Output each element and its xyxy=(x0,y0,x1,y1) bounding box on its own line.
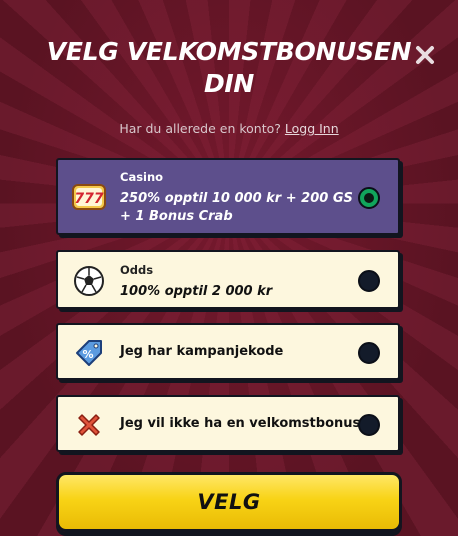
confirm-button[interactable]: VELG xyxy=(56,472,402,532)
modal-title: VELG VELKOMSTBONUSEN DIN xyxy=(46,37,412,98)
option-promo-code[interactable]: % Jeg har kampanjekode xyxy=(56,323,400,380)
radio-selected[interactable] xyxy=(358,187,380,209)
close-icon xyxy=(416,46,434,64)
radio-unselected[interactable] xyxy=(358,414,380,436)
svg-text:%: % xyxy=(82,348,93,361)
option-label: Jeg har kampanjekode xyxy=(120,344,284,359)
login-prompt: Har du allerede en konto? xyxy=(119,121,281,136)
option-category: Odds xyxy=(120,263,154,277)
radio-unselected[interactable] xyxy=(358,342,380,364)
option-category: Casino xyxy=(120,170,164,184)
option-casino[interactable]: 777 Casino 250% opptil 10 000 kr + 200 G… xyxy=(56,158,400,235)
option-description: 250% opptil 10 000 kr + 200 GS + 1 Bonus… xyxy=(120,191,353,224)
red-x-icon xyxy=(72,408,106,442)
login-link[interactable]: Logg Inn xyxy=(285,121,339,136)
option-description: 100% opptil 2 000 kr xyxy=(120,284,273,299)
slot-777-icon: 777 xyxy=(72,180,106,214)
soccer-ball-icon xyxy=(72,264,106,298)
login-prompt-line: Har du allerede en konto? Logg Inn xyxy=(0,121,458,136)
close-button[interactable] xyxy=(410,40,440,70)
option-no-bonus[interactable]: Jeg vil ikke ha en velkomstbonus xyxy=(56,395,400,452)
radio-unselected[interactable] xyxy=(358,270,380,292)
svg-text:777: 777 xyxy=(74,191,103,207)
option-odds[interactable]: Odds 100% opptil 2 000 kr xyxy=(56,250,400,309)
percent-tag-icon: % xyxy=(72,336,106,370)
option-label: Jeg vil ikke ha en velkomstbonus xyxy=(120,416,361,431)
